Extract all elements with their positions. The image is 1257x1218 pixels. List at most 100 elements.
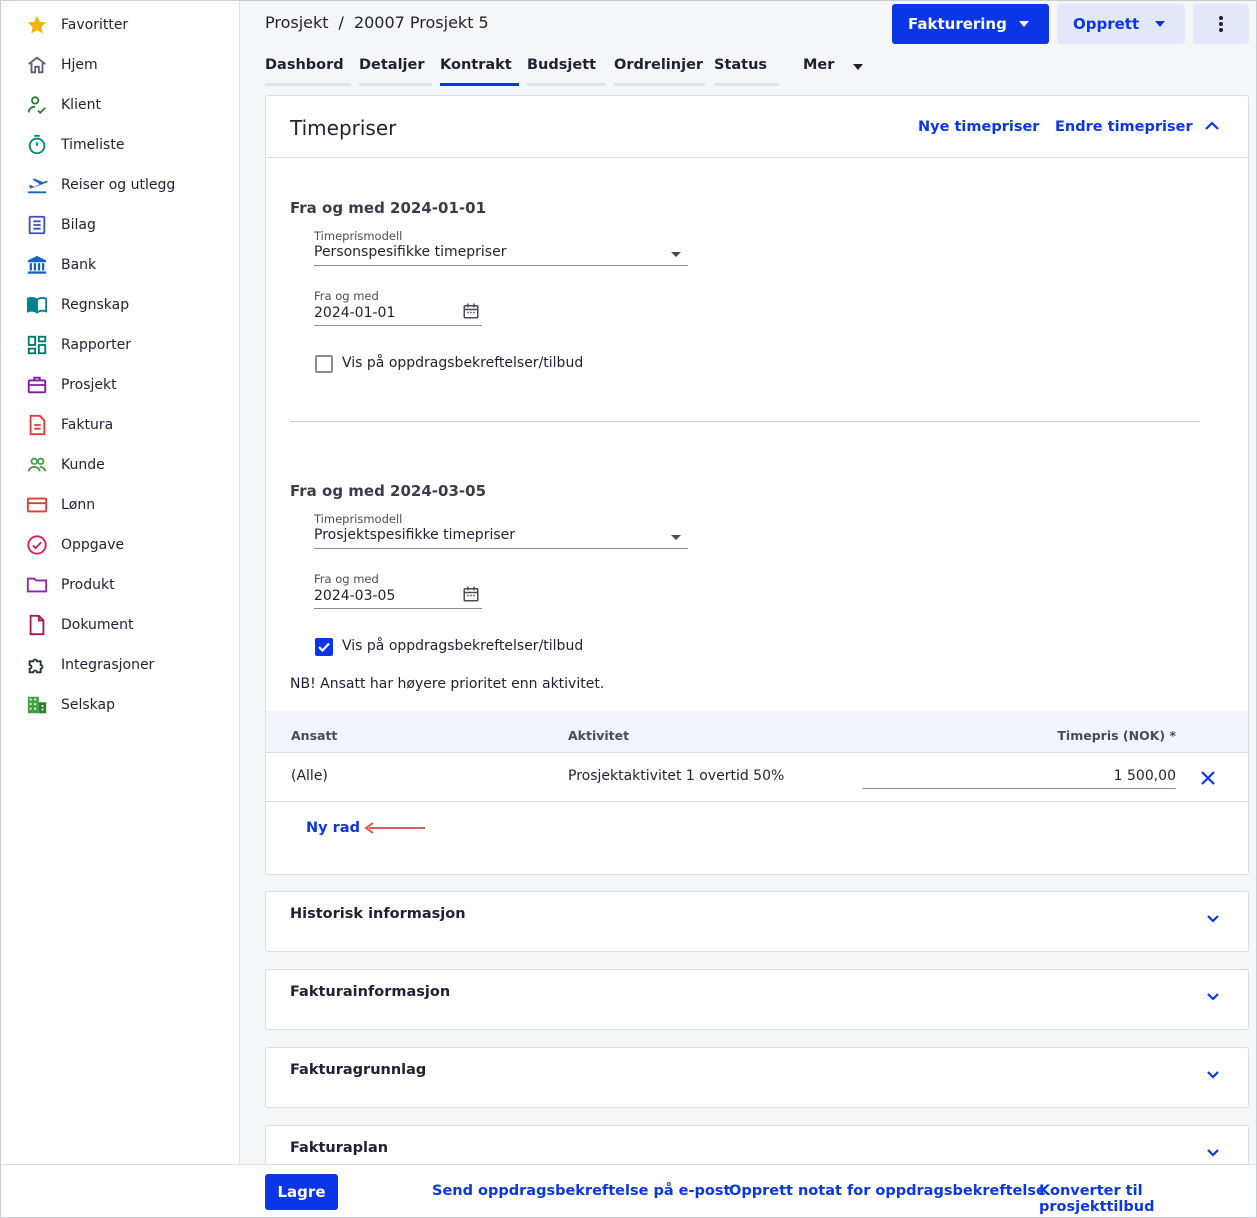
convert-to-offer-link[interactable]: Konverter til prosjekttilbud	[1039, 1183, 1256, 1215]
section-fakturaplan[interactable]: Fakturaplan	[265, 1125, 1249, 1164]
chevron-up-icon[interactable]	[1204, 120, 1220, 132]
fakturering-label: Fakturering	[908, 15, 1007, 33]
cell-activity[interactable]: Prosjektaktivitet 1 overtid 50%	[568, 768, 784, 784]
caret-down-icon	[1019, 21, 1029, 27]
field-underline	[314, 325, 482, 326]
caret-down-icon	[671, 535, 681, 540]
sidebar-item-regnskap[interactable]: Regnskap	[1, 285, 240, 325]
tab-label: Dashbord	[265, 57, 344, 73]
sidebar-item-label: Rapporter	[61, 337, 131, 353]
sidebar-item-klient[interactable]: Klient	[1, 85, 240, 125]
tab-detaljer[interactable]: Detaljer	[359, 57, 432, 87]
sidebar-item-prosjekt[interactable]: Prosjekt	[1, 365, 240, 405]
fakturering-button[interactable]: Fakturering	[892, 4, 1049, 44]
bank-icon	[26, 254, 48, 276]
sidebar-item-faktura[interactable]: Faktura	[1, 405, 240, 445]
more-options-button[interactable]	[1193, 4, 1249, 44]
tab-underline	[265, 83, 351, 86]
chevron-down-icon[interactable]	[1206, 914, 1220, 924]
sidebar-item-label: Dokument	[61, 617, 134, 633]
cell-employee[interactable]: (Alle)	[291, 768, 328, 784]
tab-label: Detaljer	[359, 57, 425, 73]
column-header-ansatt: Ansatt	[291, 728, 338, 743]
sidebar-item-bank[interactable]: Bank	[1, 245, 240, 285]
sidebar-item-produkt[interactable]: Produkt	[1, 565, 240, 605]
sidebar-item-label: Selskap	[61, 697, 116, 713]
caret-down-icon	[853, 64, 863, 70]
tab-underline	[359, 83, 432, 86]
caret-down-icon	[1155, 21, 1165, 27]
star-icon	[26, 14, 48, 36]
nye-timepriser-link[interactable]: Nye timepriser	[918, 119, 1039, 135]
checkbox-label: Vis på oppdragsbekreftelser/tilbud	[342, 638, 584, 654]
tab-budsjett[interactable]: Budsjett	[527, 57, 606, 87]
home-icon	[26, 54, 48, 76]
calendar-icon[interactable]	[462, 585, 480, 603]
document-icon	[26, 614, 48, 636]
checkbox-label: Vis på oppdragsbekreftelser/tilbud	[342, 355, 584, 371]
date-label: Fra og med	[314, 289, 379, 303]
airplane-icon	[26, 174, 48, 196]
stopwatch-icon	[26, 134, 48, 156]
annotation-arrow-icon	[364, 822, 425, 834]
tab-underline	[527, 83, 606, 86]
tab-underline	[614, 83, 705, 86]
endre-timepriser-link[interactable]: Endre timepriser	[1055, 119, 1193, 135]
send-confirmation-link[interactable]: Send oppdragsbekreftelse på e-post	[432, 1183, 730, 1199]
tab-dashbord[interactable]: Dashbord	[265, 57, 351, 87]
sidebar-item-integrasjoner[interactable]: Integrasjoner	[1, 645, 240, 685]
invoice-icon	[26, 414, 48, 436]
section-fakturainformasjon[interactable]: Fakturainformasjon	[265, 969, 1249, 1030]
ny-rad-link[interactable]: Ny rad	[306, 820, 360, 836]
breadcrumb-parent[interactable]: Prosjekt	[265, 13, 329, 32]
tab-kontrakt[interactable]: Kontrakt	[440, 57, 519, 87]
card-header-divider	[266, 157, 1248, 158]
sidebar-item-kunde[interactable]: Kunde	[1, 445, 240, 485]
tab-mer[interactable]: Mer	[803, 57, 873, 87]
sidebar-item-reiser[interactable]: Reiser og utlegg	[1, 165, 240, 205]
block-heading: Fra og med 2024-01-01	[290, 199, 487, 217]
section-title: Fakturaplan	[290, 1140, 389, 1156]
date-field[interactable]: 2024-01-01	[314, 302, 482, 326]
column-header-timepris: Timepris (NOK) *	[1057, 728, 1176, 743]
show-on-confirmation-checkbox[interactable]	[315, 638, 333, 656]
timepriser-card: Timepriser Nye timepriser Endre timepris…	[265, 95, 1249, 875]
calendar-icon[interactable]	[462, 302, 480, 320]
sidebar-item-oppgave[interactable]: Oppgave	[1, 525, 240, 565]
chevron-down-icon[interactable]	[1206, 1070, 1220, 1080]
model-select[interactable]: Personspesifikke timepriser	[314, 242, 688, 266]
timepriser-title: Timepriser	[290, 116, 397, 140]
sidebar-item-lonn[interactable]: Lønn	[1, 485, 240, 525]
priority-note: NB! Ansatt har høyere prioritet enn akti…	[290, 676, 605, 692]
opprett-label: Opprett	[1073, 15, 1140, 33]
date-value: 2024-03-05	[314, 588, 396, 604]
main-content: Prosjekt / 20007 Prosjekt 5 Fakturering …	[241, 1, 1256, 1164]
sidebar-item-label: Regnskap	[61, 297, 130, 313]
chevron-down-icon[interactable]	[1206, 1148, 1220, 1158]
create-note-link[interactable]: Opprett notat for oppdragsbekreftelse	[729, 1183, 1046, 1199]
chevron-down-icon[interactable]	[1206, 992, 1220, 1002]
rate-input[interactable]: 1 500,00	[863, 761, 1176, 789]
sidebar-item-rapporter[interactable]: Rapporter	[1, 325, 240, 365]
people-icon	[26, 454, 48, 476]
section-historisk-informasjon[interactable]: Historisk informasjon	[265, 891, 1249, 952]
date-label: Fra og med	[314, 572, 379, 586]
date-field[interactable]: 2024-03-05	[314, 585, 482, 609]
section-fakturagrunnlag[interactable]: Fakturagrunnlag	[265, 1047, 1249, 1108]
model-select[interactable]: Prosjektspesifikke timepriser	[314, 525, 688, 549]
sidebar-item-bilag[interactable]: Bilag	[1, 205, 240, 245]
sidebar-item-hjem[interactable]: Hjem	[1, 45, 240, 85]
sidebar-item-favoritter[interactable]: Favoritter	[1, 5, 240, 45]
show-on-confirmation-checkbox[interactable]	[315, 355, 333, 373]
sidebar-item-dokument[interactable]: Dokument	[1, 605, 240, 645]
close-icon[interactable]	[1200, 770, 1216, 786]
sidebar-item-selskap[interactable]: Selskap	[1, 685, 240, 725]
sidebar-item-label: Favoritter	[61, 17, 129, 33]
opprett-button[interactable]: Opprett	[1057, 4, 1185, 44]
sidebar-item-timeliste[interactable]: Timeliste	[1, 125, 240, 165]
tab-status[interactable]: Status	[714, 57, 779, 87]
tab-ordrelinjer[interactable]: Ordrelinjer	[614, 57, 705, 87]
save-button[interactable]: Lagre	[265, 1174, 338, 1210]
puzzle-icon	[26, 654, 48, 676]
sidebar-item-label: Faktura	[61, 417, 114, 433]
